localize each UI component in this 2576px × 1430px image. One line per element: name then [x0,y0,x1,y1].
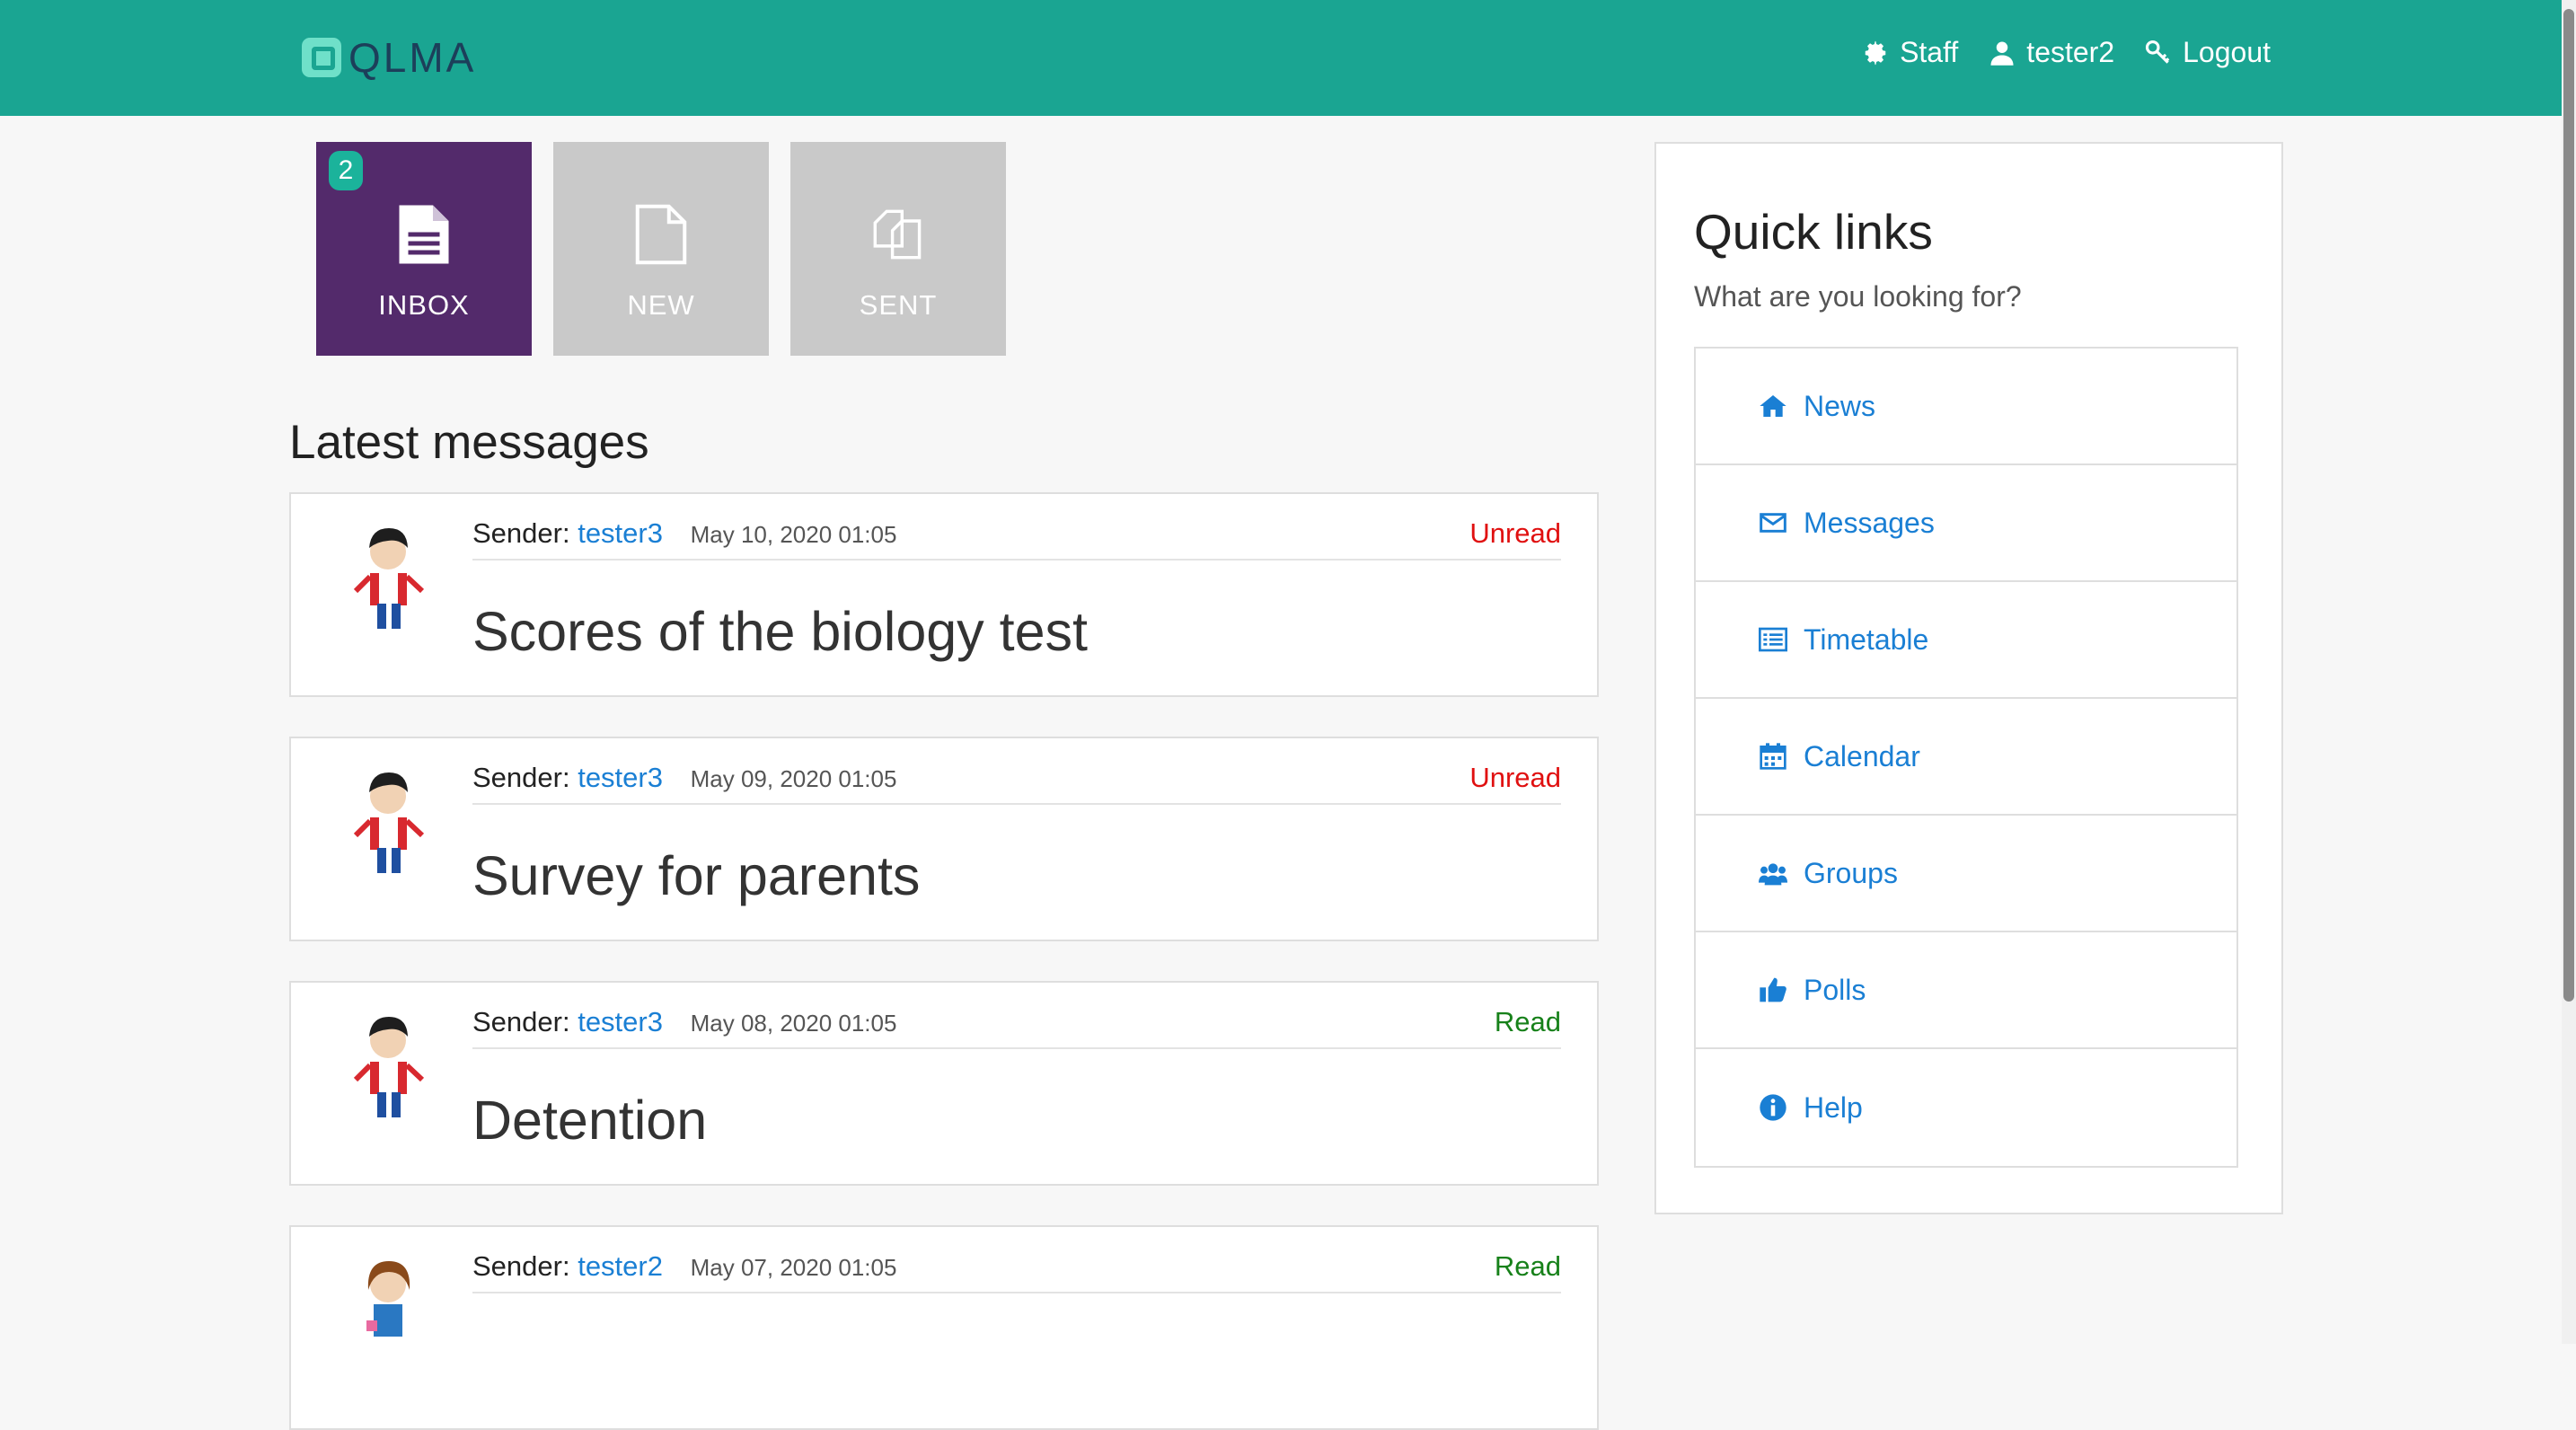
avatar [353,528,425,629]
quick-link-label: Polls [1804,973,1866,1006]
quick-link-label: Messages [1804,506,1935,539]
message-card[interactable]: Sender: tester3 May 09, 2020 01:05 Unrea… [289,737,1599,941]
list-icon [1759,627,1787,652]
user-nav: Staff tester2 Logout [1862,36,2271,69]
inbox-tile[interactable]: 2 INBOX [316,142,532,356]
message-date: May 07, 2020 01:05 [690,1254,897,1281]
staff-link-label: Staff [1900,36,1959,68]
message-status: Unread [1469,762,1561,793]
sender-label: Sender: [472,762,570,793]
quick-link-label: Help [1804,1090,1863,1124]
user-link-label: tester2 [2026,36,2115,68]
users-icon [1759,863,1787,886]
latest-messages-heading: Latest messages [289,416,649,469]
quick-link-label: Timetable [1804,622,1929,656]
quick-link-help[interactable]: Help [1696,1049,2236,1166]
message-header: Sender: tester3 May 09, 2020 01:05 Unrea… [472,762,1561,805]
quick-link-messages[interactable]: Messages [1696,465,2236,582]
message-header: Sender: tester3 May 10, 2020 01:05 Unrea… [472,517,1561,561]
message-status: Unread [1469,517,1561,549]
quick-link-label: Calendar [1804,739,1920,772]
sender-link[interactable]: tester3 [578,1006,663,1037]
message-card[interactable]: Sender: tester3 May 10, 2020 01:05 Unrea… [289,492,1599,697]
message-date: May 08, 2020 01:05 [690,1010,897,1037]
quick-links-panel: Quick links What are you looking for? Ne… [1654,142,2283,1214]
sender-label: Sender: [472,1006,570,1037]
home-icon [1760,395,1786,417]
staff-link[interactable]: Staff [1862,36,1958,69]
inbox-tile-label: INBOX [378,289,470,321]
quick-link-label: Groups [1804,856,1898,889]
message-date: May 09, 2020 01:05 [690,765,897,792]
sent-tile[interactable]: SENT [790,142,1006,356]
key-icon [2146,40,2170,64]
avatar [353,1017,425,1117]
user-icon [1990,41,2014,66]
sender-label: Sender: [472,1250,570,1282]
top-navbar: QLMA Staff tester2 Logout [0,0,2576,116]
scrollbar-thumb[interactable] [2563,9,2574,1002]
message-subject[interactable]: Scores of the biology test [472,600,1088,663]
message-subject[interactable]: Survey for parents [472,844,920,907]
new-tile-label: NEW [627,289,695,321]
quick-link-news[interactable]: News [1696,349,2236,465]
logo-text: QLMA [348,34,477,81]
quick-link-calendar[interactable]: Calendar [1696,699,2236,816]
copy-icon [873,209,922,260]
sender-link[interactable]: tester3 [578,517,663,549]
quick-links-list: News Messages Timetable Calendar Groups … [1694,347,2238,1168]
quick-links-title: Quick links [1694,204,1933,260]
logo-icon [302,38,341,77]
qlma-logo[interactable]: QLMA [302,34,476,81]
logout-link[interactable]: Logout [2145,36,2271,69]
quick-links-subtitle: What are you looking for? [1694,280,2022,313]
quick-link-label: News [1804,389,1876,422]
message-card[interactable]: Sender: tester3 May 08, 2020 01:05 Read … [289,981,1599,1186]
message-status: Read [1494,1250,1561,1282]
sent-tile-label: SENT [859,289,938,321]
quick-link-groups[interactable]: Groups [1696,816,2236,932]
new-message-tile[interactable]: NEW [553,142,769,356]
logout-link-label: Logout [2183,36,2271,68]
message-header: Sender: tester3 May 08, 2020 01:05 Read [472,1006,1561,1049]
quick-link-polls[interactable]: Polls [1696,932,2236,1049]
user-link[interactable]: tester2 [1989,36,2114,69]
message-status: Read [1494,1006,1561,1037]
inbox-unread-badge: 2 [329,151,363,190]
message-card[interactable]: Sender: tester2 May 07, 2020 01:05 Read [289,1225,1599,1430]
gear-icon [1865,40,1886,65]
message-subject[interactable]: Detention [472,1089,707,1152]
envelope-icon [1760,513,1786,533]
thumbs-up-icon [1760,977,1786,1002]
avatar [353,772,425,873]
document-icon [399,205,449,264]
message-header: Sender: tester2 May 07, 2020 01:05 Read [472,1250,1561,1293]
sender-link[interactable]: tester2 [578,1250,663,1282]
message-date: May 10, 2020 01:05 [690,521,897,548]
sender-label: Sender: [472,517,570,549]
info-icon [1760,1094,1786,1121]
blank-document-icon [635,204,687,265]
calendar-icon [1760,743,1786,770]
avatar [366,1261,410,1337]
quick-link-timetable[interactable]: Timetable [1696,582,2236,699]
sender-link[interactable]: tester3 [578,762,663,793]
